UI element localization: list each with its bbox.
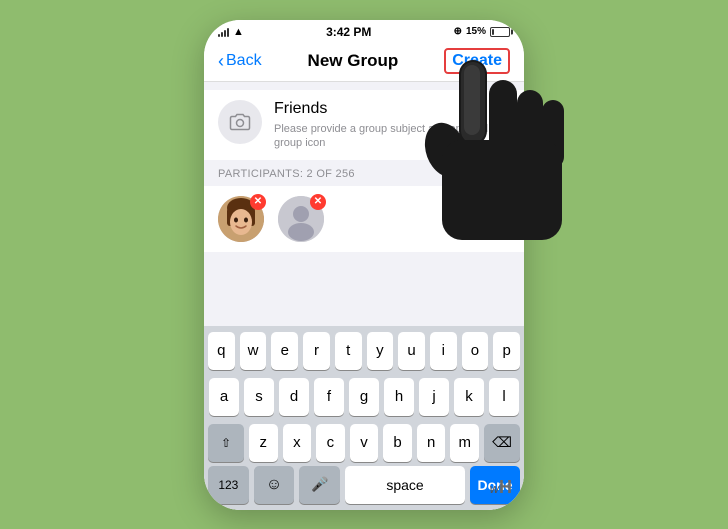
remove-participant-1[interactable]: ✕ — [250, 194, 266, 210]
participant-1: ✕ — [218, 196, 264, 242]
nav-bar: ‹ Back New Group Create — [204, 42, 524, 82]
keyboard-row-1: q w e r t y u i o p — [204, 326, 524, 372]
key-e[interactable]: e — [271, 332, 298, 370]
participants-row: ✕ ✕ — [204, 186, 524, 252]
key-y[interactable]: y — [367, 332, 394, 370]
keyboard: q w e r t y u i o p a s d f g — [204, 326, 524, 510]
key-q[interactable]: q — [208, 332, 235, 370]
key-l[interactable]: l — [489, 378, 519, 416]
mic-key[interactable]: 🎤 — [299, 466, 340, 504]
page-title: New Group — [308, 51, 399, 71]
key-o[interactable]: o — [462, 332, 489, 370]
keyboard-bottom-row: 123 ☺ 🎤 space Done — [204, 464, 524, 510]
content-area: Please provide a group subject and optio… — [204, 82, 524, 510]
wifi-icon: ▲ — [233, 26, 244, 38]
key-v[interactable]: v — [350, 424, 379, 462]
key-r[interactable]: r — [303, 332, 330, 370]
status-time: 3:42 PM — [326, 25, 371, 39]
key-k[interactable]: k — [454, 378, 484, 416]
delete-key[interactable]: ⌫ — [484, 424, 520, 462]
back-label: Back — [226, 52, 262, 70]
battery-percent: 15% — [466, 26, 486, 37]
group-name-area: Please provide a group subject and optio… — [274, 100, 510, 151]
key-u[interactable]: u — [398, 332, 425, 370]
location-icon: ⊕ — [454, 26, 462, 37]
camera-icon[interactable] — [218, 100, 262, 144]
key-t[interactable]: t — [335, 332, 362, 370]
keyboard-row-2: a s d f g h j k l — [204, 372, 524, 418]
participants-label: PARTICIPANTS: 2 OF 256 — [204, 160, 524, 186]
keyboard-row-3: ⇧ z x c v b n m ⌫ — [204, 418, 524, 464]
status-left: ▲ — [218, 26, 244, 38]
key-g[interactable]: g — [349, 378, 379, 416]
key-m[interactable]: m — [450, 424, 479, 462]
key-p[interactable]: p — [493, 332, 520, 370]
key-b[interactable]: b — [383, 424, 412, 462]
group-hint: Please provide a group subject and optio… — [274, 122, 510, 151]
status-right: ⊕ 15% — [454, 26, 510, 37]
status-bar: ▲ 3:42 PM ⊕ 15% — [204, 20, 524, 42]
wh-prefix: w — [490, 481, 499, 496]
key-z[interactable]: z — [249, 424, 278, 462]
shift-key[interactable]: ⇧ — [208, 424, 244, 462]
key-n[interactable]: n — [417, 424, 446, 462]
back-button[interactable]: ‹ Back — [218, 51, 262, 72]
key-i[interactable]: i — [430, 332, 457, 370]
group-name-input[interactable] — [274, 100, 510, 118]
participant-2: ✕ — [278, 196, 324, 242]
key-d[interactable]: d — [279, 378, 309, 416]
key-h[interactable]: h — [384, 378, 414, 416]
key-a[interactable]: a — [209, 378, 239, 416]
key-s[interactable]: s — [244, 378, 274, 416]
space-key[interactable]: space — [345, 466, 465, 504]
wh-H: H — [499, 477, 512, 497]
wikihow-watermark: wH — [490, 477, 512, 498]
key-j[interactable]: j — [419, 378, 449, 416]
chevron-left-icon: ‹ — [218, 51, 224, 72]
battery-icon — [490, 27, 510, 37]
key-f[interactable]: f — [314, 378, 344, 416]
numbers-key[interactable]: 123 — [208, 466, 249, 504]
key-c[interactable]: c — [316, 424, 345, 462]
remove-participant-2[interactable]: ✕ — [310, 194, 326, 210]
group-info-section: Please provide a group subject and optio… — [204, 90, 524, 161]
signal-icon — [218, 27, 229, 37]
emoji-key[interactable]: ☺ — [254, 466, 295, 504]
create-button[interactable]: Create — [444, 48, 510, 74]
key-w[interactable]: w — [240, 332, 267, 370]
key-x[interactable]: x — [283, 424, 312, 462]
